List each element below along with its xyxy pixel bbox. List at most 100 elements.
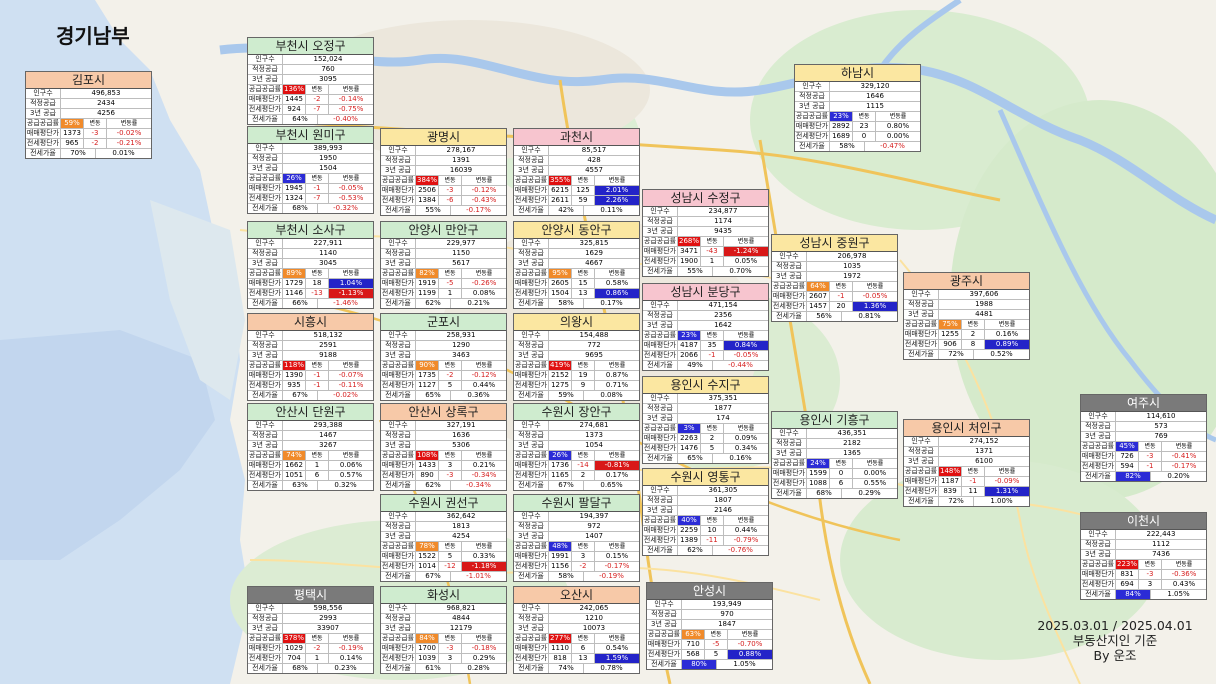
- jeonse-price: 전세평단가 2066 -1 -0.05%: [643, 351, 768, 361]
- sale-price-value: 2152: [549, 371, 572, 380]
- region-card-suwon-yeongtong[interactable]: 수원시 영통구 인구수 361,305 적정공급 1807 3년 공급 2146 공급공급률 4…: [642, 468, 769, 556]
- region-card-suwon-paldal[interactable]: 수원시 팔달구 인구수 194,397 적정공급 972 3년 공급 1407 공급공급률 48…: [513, 494, 640, 582]
- supply-ratio-value: 23%: [830, 112, 853, 121]
- region-card-anseong[interactable]: 안성시 인구수 193,949 적정공급 970 3년 공급 1847 공급공급률 63% 변동 변…: [646, 582, 773, 670]
- region-card-bucheon-ojeong[interactable]: 부천시 오정구 인구수 152,024 적정공급 760 3년 공급 3095 공급공급률 13…: [247, 37, 374, 125]
- supply-3y-row-label: 3년 공급: [381, 351, 416, 360]
- region-card-suwon-gwonseon[interactable]: 수원시 권선구 인구수 362,642 적정공급 1813 3년 공급 4254 공급공급률 7…: [380, 494, 507, 582]
- region-name: 하남시: [795, 65, 920, 82]
- proper-supply-value: 1807: [714, 496, 732, 504]
- region-card-gunpo[interactable]: 군포시 인구수 258,931 적정공급 1290 3년 공급 3463 공급공급률 90% 변동…: [380, 313, 507, 401]
- sale-price: 매매평단가 1729 18 1.04%: [248, 279, 373, 289]
- jeonse-price-rate: -0.21%: [116, 139, 142, 147]
- ratio-row-label: 공급공급률: [248, 174, 283, 183]
- jeonse-price-label: 전세평단가: [248, 381, 283, 390]
- change-rate-header: 변동률: [342, 635, 360, 642]
- change-header: 변동: [705, 630, 728, 639]
- ratio-row-label: 공급공급률: [381, 634, 416, 643]
- supply-3y-value: 5617: [452, 259, 470, 267]
- region-card-hanam[interactable]: 하남시 인구수 329,120 적정공급 1646 3년 공급 1115 공급공급률 23% 변동…: [794, 64, 921, 152]
- proper-supply-value: 760: [321, 65, 335, 73]
- region-name: 이천시: [1081, 513, 1206, 530]
- population-row: 인구수 397,606: [904, 290, 1029, 300]
- jeonse-ratio-row-label: 전세가율: [643, 361, 678, 370]
- proper-supply-row-label: 적정공급: [514, 156, 549, 165]
- region-name: 안산시 단원구: [248, 404, 373, 421]
- sale-price-label: 매매평단가: [772, 292, 807, 301]
- jeonse-price-rate: -0.05%: [733, 351, 759, 359]
- supply-ratio-value: 355%: [549, 176, 572, 185]
- sale-price-rate: -0.09%: [994, 477, 1020, 485]
- supply-3y-row-label: 3년 공급: [795, 102, 830, 111]
- ratio-row: 공급공급률 3% 변동 변동률: [643, 424, 768, 434]
- region-card-bucheon-wonmi[interactable]: 부천시 원미구 인구수 389,993 적정공급 1950 3년 공급 1504 공급공급률 2…: [247, 126, 374, 214]
- jeonse-price-rate: 0.14%: [339, 654, 363, 662]
- region-card-suwon-jangan[interactable]: 수원시 장안구 인구수 274,681 적정공급 1373 3년 공급 1054 공급공급률 2…: [513, 403, 640, 491]
- sale-price-rate: 0.87%: [605, 371, 629, 379]
- region-card-seongnam-sujeong[interactable]: 성남시 수정구 인구수 234,877 적정공급 1174 3년 공급 9435 공급공급률 2…: [642, 189, 769, 277]
- region-name: 수원시 영통구: [643, 469, 768, 486]
- sale-price-change: 15: [572, 279, 595, 288]
- region-card-anyang-dongan[interactable]: 안양시 동안구 인구수 325,815 적정공급 1629 3년 공급 4667 공급공급률 9…: [513, 221, 640, 309]
- supply-3y-row: 3년 공급 6100: [904, 457, 1029, 467]
- jeonse-ratio-row: 전세가율 63% 0.32%: [248, 481, 373, 490]
- region-card-yongin-cheoin[interactable]: 용인시 처인구 인구수 274,152 적정공급 1371 3년 공급 6100 공급공급률 1…: [903, 419, 1030, 507]
- sale-price-label: 매매평단가: [514, 186, 549, 195]
- population-value: 362,642: [446, 512, 476, 520]
- region-card-seongnam-bundang[interactable]: 성남시 분당구 인구수 471,154 적정공급 2356 3년 공급 1642 공급공급률 2…: [642, 283, 769, 371]
- population-row-label: 인구수: [514, 146, 549, 155]
- jeonse-ratio-row: 전세가율 64% -0.40%: [248, 115, 373, 124]
- region-card-gwangju[interactable]: 광주시 인구수 397,606 적정공급 1988 3년 공급 4481 공급공급률 75% 변동…: [903, 272, 1030, 360]
- sale-price: 매매평단가 1187 -1 -0.09%: [904, 477, 1029, 487]
- region-card-bucheon-sosa[interactable]: 부천시 소사구 인구수 227,911 적정공급 1140 3년 공급 3045 공급공급률 8…: [247, 221, 374, 309]
- jeonse-ratio-value: 68%: [283, 204, 318, 213]
- jeonse-price-label: 전세평단가: [248, 289, 283, 298]
- region-card-ansan-sangnok[interactable]: 안산시 상록구 인구수 327,191 적정공급 1636 3년 공급 5306 공급공급률 1…: [380, 403, 507, 491]
- jeonse-price-change: -3: [439, 471, 462, 480]
- region-card-hwaseong[interactable]: 화성시 인구수 968,821 적정공급 4844 3년 공급 12179 공급공급률 84% 변…: [380, 586, 507, 674]
- footer: 2025.03.01 / 2025.04.01 부동산지인 기준 By 운조: [1020, 618, 1210, 663]
- supply-3y-row: 3년 공급 1847: [647, 620, 772, 630]
- jeonse-ratio-value: 58%: [549, 299, 584, 308]
- jeonse-price-change: -13: [306, 289, 329, 298]
- supply-3y-row-label: 3년 공급: [1081, 550, 1116, 559]
- jeonse-price-label: 전세평단가: [248, 471, 283, 480]
- region-card-ansan-danwon[interactable]: 안산시 단원구 인구수 293,388 적정공급 1467 3년 공급 3267 공급공급률 7…: [247, 403, 374, 491]
- population-value: 325,815: [579, 239, 609, 247]
- population-row-label: 인구수: [26, 89, 61, 98]
- supply-3y-value: 1115: [866, 102, 884, 110]
- region-card-gimpo[interactable]: 김포시 인구수 496,853 적정공급 2434 3년 공급 4256 공급공급률 59% 변동…: [25, 71, 152, 159]
- region-card-yongin-giheung[interactable]: 용인시 기흥구 인구수 436,351 적정공급 2182 3년 공급 1365 공급공급률 2…: [771, 411, 898, 499]
- change-rate-header: 변동률: [737, 238, 755, 245]
- region-card-gwacheon[interactable]: 과천시 인구수 85,517 적정공급 428 3년 공급 4557 공급공급률 355% 변동 변…: [513, 128, 640, 216]
- sale-price-label: 매매평단가: [248, 461, 283, 470]
- proper-supply-row-label: 적정공급: [248, 154, 283, 163]
- region-card-osan[interactable]: 오산시 인구수 242,065 적정공급 1210 3년 공급 10073 공급공급률 277%…: [513, 586, 640, 674]
- region-card-yeoju[interactable]: 여주시 인구수 114,610 적정공급 573 3년 공급 769 공급공급률 45% 변동 변동…: [1080, 394, 1207, 482]
- region-card-siheung[interactable]: 시흥시 인구수 518,132 적정공급 2591 3년 공급 9188 공급공급률 118% 변…: [247, 313, 374, 401]
- proper-supply-row-label: 적정공급: [381, 431, 416, 440]
- population-row-label: 인구수: [772, 429, 807, 438]
- region-card-pyeongtaek[interactable]: 평택시 인구수 598,556 적정공급 2993 3년 공급 33907 공급공급률 378%…: [247, 586, 374, 674]
- proper-supply-value: 1371: [975, 447, 993, 455]
- proper-supply-row: 적정공급 1877: [643, 404, 768, 414]
- proper-supply-row: 적정공급 1807: [643, 496, 768, 506]
- region-card-icheon[interactable]: 이천시 인구수 222,443 적정공급 1112 3년 공급 7436 공급공급률 223% 변…: [1080, 512, 1207, 600]
- jeonse-price-label: 전세평단가: [1081, 462, 1116, 471]
- region-card-yongin-suji[interactable]: 용인시 수지구 인구수 375,351 적정공급 1877 3년 공급 174 공급공급률 3%…: [642, 376, 769, 464]
- region-card-anyang-manan[interactable]: 안양시 만안구 인구수 229,977 적정공급 1150 3년 공급 5617 공급공급률 8…: [380, 221, 507, 309]
- population-value: 436,351: [837, 429, 867, 437]
- sale-price-value: 1373: [61, 129, 84, 138]
- jeonse-ratio-row: 전세가율 62% 0.21%: [381, 299, 506, 308]
- sale-price-change: 0: [830, 469, 853, 478]
- region-card-uiwang[interactable]: 의왕시 인구수 154,488 적정공급 772 3년 공급 9695 공급공급률 419% 변동…: [513, 313, 640, 401]
- region-card-seongnam-jungwon[interactable]: 성남시 중원구 인구수 206,978 적정공급 1035 3년 공급 1972 공급공급률 6…: [771, 234, 898, 322]
- ratio-row: 공급공급률 223% 변동 변동률: [1081, 560, 1206, 570]
- population-value: 85,517: [581, 146, 607, 154]
- region-card-gwangmyeong[interactable]: 광명시 인구수 278,167 적정공급 1391 3년 공급 16039 공급공급률 384%…: [380, 128, 507, 216]
- proper-supply-value: 1950: [319, 154, 337, 162]
- jeonse-price: 전세평단가 1275 9 0.71%: [514, 381, 639, 391]
- proper-supply-row: 적정공급 1950: [248, 154, 373, 164]
- proper-supply-row-label: 적정공급: [381, 249, 416, 258]
- supply-3y-row-label: 3년 공급: [904, 310, 939, 319]
